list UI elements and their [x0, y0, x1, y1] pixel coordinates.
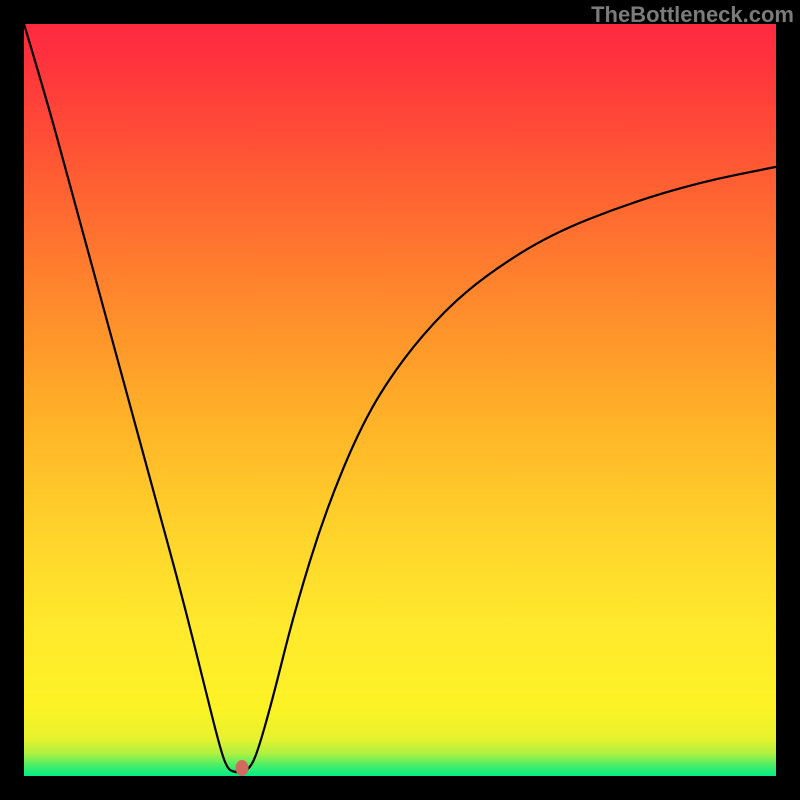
bottleneck-curve	[24, 24, 776, 772]
optimal-point-marker	[236, 760, 249, 776]
chart-frame: TheBottleneck.com	[0, 0, 800, 800]
curve-svg	[24, 24, 776, 776]
plot-area	[24, 24, 776, 776]
